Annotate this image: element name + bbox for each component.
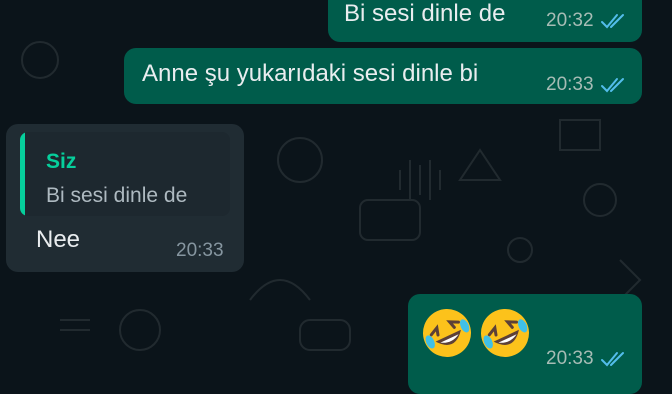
message-time: 20:32 bbox=[546, 10, 594, 31]
message-meta: 20:33 bbox=[546, 348, 628, 370]
quote-accent-bar bbox=[20, 132, 25, 216]
outgoing-message[interactable]: Anne şu yukarıdaki sesi dinle bi 20:33 bbox=[124, 48, 642, 104]
emoji-group bbox=[420, 306, 532, 360]
message-time: 20:33 bbox=[546, 74, 594, 95]
message-meta: 20:33 bbox=[546, 74, 628, 96]
message-meta: 20:33 bbox=[176, 240, 224, 262]
message-text: Anne şu yukarıdaki sesi dinle bi bbox=[142, 60, 479, 87]
quote-text: Bi sesi dinle de bbox=[46, 184, 188, 207]
outgoing-message[interactable]: Bi sesi dinle de 20:32 bbox=[328, 0, 642, 42]
message-meta: 20:32 bbox=[546, 10, 628, 32]
double-check-read-icon bbox=[600, 352, 624, 367]
rolling-on-floor-laughing-icon bbox=[481, 309, 529, 357]
double-check-read-icon bbox=[600, 78, 624, 93]
double-check-read-icon bbox=[600, 14, 624, 29]
message-time: 20:33 bbox=[546, 348, 594, 369]
message-time: 20:33 bbox=[176, 240, 224, 261]
incoming-message[interactable]: Siz Bi sesi dinle de Nee 20:33 bbox=[6, 124, 244, 272]
rolling-on-floor-laughing-icon bbox=[423, 309, 471, 357]
message-text: Nee bbox=[36, 226, 81, 253]
quote-author: Siz bbox=[46, 150, 77, 173]
quoted-message[interactable]: Siz Bi sesi dinle de bbox=[20, 132, 230, 216]
outgoing-message[interactable]: 20:33 bbox=[408, 294, 642, 394]
message-text: Bi sesi dinle de bbox=[344, 0, 506, 27]
